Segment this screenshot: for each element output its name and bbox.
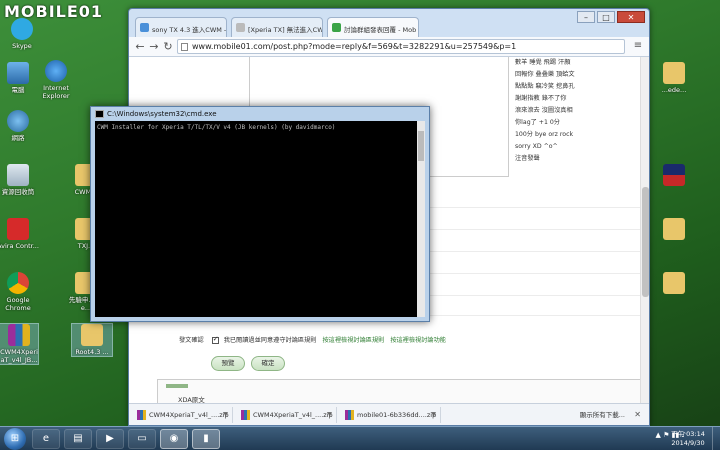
desktop-icon-right-2[interactable] (652, 164, 696, 188)
close-icon[interactable]: ✕ (634, 407, 641, 423)
tab-xperia-tx[interactable]: [Xperia TX] 無法進入CW (231, 17, 323, 37)
taskbar-explorer-icon[interactable]: ▤ (64, 429, 92, 449)
minimize-button[interactable]: – (577, 11, 595, 23)
tab-favicon-icon (140, 23, 149, 32)
page-icon (181, 43, 188, 51)
cmd-icon (95, 110, 104, 118)
internet-explorer-icon (45, 60, 67, 82)
preview-button[interactable]: 預覽 (211, 356, 245, 371)
emoticon-row[interactable]: 你lag了 +1 0分 (515, 117, 635, 129)
cmd-title: C:\Windows\system32\cmd.exe (107, 110, 217, 118)
zip-file-icon (137, 410, 146, 420)
tab-strip: sony TX 4.3 進入CWM - [Xperia TX] 無法進入CW 討… (135, 17, 579, 37)
desktop-icon-right-4[interactable] (652, 272, 696, 296)
agree-checkbox[interactable] (211, 335, 219, 344)
page-scrollbar[interactable] (640, 57, 649, 425)
folder-icon (81, 324, 103, 346)
address-bar[interactable]: www.mobile01.com/post.php?mode=reply&f=5… (177, 39, 625, 54)
taskbar-media-player-icon[interactable]: ▶ (96, 429, 124, 449)
download-item[interactable]: CWM4XperiaT_v4l_....zip ▼ (133, 407, 233, 423)
rules-link[interactable]: 按這裡檢視討論區規則 (322, 337, 384, 344)
emoticon-row[interactable]: 點點點 竊冷笑 挖鼻孔 (515, 81, 635, 93)
tab-sony-tx[interactable]: sony TX 4.3 進入CWM - (135, 17, 227, 37)
clock[interactable]: 下午 03:14 2014/9/30 (668, 430, 708, 448)
desktop-icon-google-chrome[interactable]: Google Chrome (0, 272, 40, 312)
download-item[interactable]: mobile01-6b336dd....zip ▼ (341, 407, 441, 423)
emoticon-row[interactable]: 滾來滾去 沒圖沒真相 (515, 105, 635, 117)
show-all-downloads-link[interactable]: 顯示所有下載... (580, 407, 625, 423)
desktop-icon-cwm-zip[interactable]: CWM4Xperi aT_v4l_JB... (0, 323, 39, 365)
forward-arrow-icon[interactable]: → (147, 40, 161, 54)
chevron-down-icon[interactable]: ▼ (327, 407, 332, 423)
chevron-down-icon[interactable]: ▼ (431, 407, 436, 423)
emoticon-row[interactable]: sorry XD ^o^ (515, 141, 635, 153)
avira-icon (7, 218, 29, 240)
taskbar-folder-icon[interactable]: ▭ (128, 429, 156, 449)
window-controls: – □ ✕ (577, 11, 645, 23)
taskbar-ie-icon[interactable]: e (32, 429, 60, 449)
emoticon-row[interactable]: 回報你 叠叠樂 頂蛤文 (515, 69, 635, 81)
zip-file-icon (241, 410, 250, 420)
folder-icon (663, 62, 685, 84)
maximize-button[interactable]: □ (597, 11, 615, 23)
confirm-label: 發文確認 (179, 337, 204, 344)
zip-file-icon (8, 324, 30, 346)
desktop-icon-recycle-bin[interactable]: 資源回收筒 (0, 164, 40, 196)
flag-image-icon (663, 164, 685, 186)
download-item[interactable]: CWM4XperiaT_v4l_....zip ▼ (237, 407, 337, 423)
cmd-window[interactable]: C:\Windows\system32\cmd.exe CWM Installe… (90, 106, 430, 322)
taskbar-cmd-icon[interactable]: ▮ (192, 429, 220, 449)
emoticon-row[interactable]: 數羊 睡覺 飛踢 汗顏 (515, 57, 635, 69)
desktop-icon-root-folder[interactable]: Root4.3 ... (71, 323, 113, 357)
zip-file-icon (345, 410, 354, 420)
cmd-console[interactable]: CWM Installer for Xperia T/TL/TX/V v4 (J… (95, 121, 417, 317)
post-confirm-row: 發文確認 我已閱讀過並同意遵守討論區規則 按這裡檢視討論區規則 按這裡檢視討論功… (179, 335, 446, 345)
tab-reply-post[interactable]: 討論群組發表回覆 - Mob (327, 17, 419, 37)
scrollbar-thumb[interactable] (642, 187, 649, 297)
confirm-text: 我已閱讀過並同意遵守討論區規則 (223, 337, 317, 344)
mobile01-favicon-icon (332, 23, 341, 32)
download-shelf: CWM4XperiaT_v4l_....zip ▼ CWM4XperiaT_v4… (129, 403, 649, 425)
desktop-icon-right-1[interactable]: ...ede... (652, 62, 696, 94)
scrollbar-thumb[interactable] (418, 131, 424, 161)
submit-button[interactable]: 確定 (251, 356, 285, 371)
chevron-down-icon[interactable]: ▼ (223, 407, 228, 423)
taskbar: ⊞ e ▤ ▶ ▭ ◉ ▮ ▲ ⚑ ▮▮ ♪ 下午 03:14 2014/9/3… (0, 426, 720, 450)
back-arrow-icon[interactable]: ← (133, 40, 147, 54)
desktop-icon-skype[interactable]: Skype (0, 18, 44, 50)
network-icon (7, 110, 29, 132)
preview-accent-bar (166, 384, 188, 388)
browser-toolbar: ← → ↻ www.mobile01.com/post.php?mode=rep… (129, 37, 649, 57)
tab-favicon-icon (236, 23, 245, 32)
folder-icon (663, 272, 685, 294)
folder-icon (663, 218, 685, 240)
recycle-bin-icon (7, 164, 29, 186)
clock-time: 下午 03:14 (671, 430, 705, 438)
show-desktop-button[interactable] (712, 427, 720, 450)
taskbar-chrome-icon[interactable]: ◉ (160, 429, 188, 449)
emoticon-row[interactable]: 謝謝指教 錄不了你 (515, 93, 635, 105)
computer-icon (7, 62, 29, 84)
emoticon-panel: 數羊 睡覺 飛踢 汗顏 回報你 叠叠樂 頂蛤文 點點點 竊冷笑 挖鼻孔 謝謝指教… (515, 57, 635, 165)
clock-date: 2014/9/30 (671, 439, 705, 447)
desktop-icon-internet-explorer[interactable]: Internet Explorer (34, 60, 78, 100)
reload-icon[interactable]: ↻ (161, 40, 175, 54)
emoticon-row[interactable]: 注音發聲 (515, 153, 635, 165)
skype-icon (11, 18, 33, 40)
close-button[interactable]: ✕ (617, 11, 645, 23)
start-button[interactable]: ⊞ (4, 428, 26, 450)
desktop-icon-avira[interactable]: Avira Contr... (0, 218, 40, 250)
chrome-icon (7, 272, 29, 294)
desktop-icon-right-3[interactable] (652, 218, 696, 242)
desktop-icon-network[interactable]: 網路 (0, 110, 40, 142)
features-link[interactable]: 按這裡檢視討論功能 (390, 337, 446, 344)
cmd-output-line: CWM Installer for Xperia T/TL/TX/V v4 (J… (97, 124, 336, 131)
emoticon-row[interactable]: 100分 bye orz rock (515, 129, 635, 141)
cmd-scrollbar[interactable] (417, 121, 425, 317)
chrome-menu-icon[interactable]: ≡ (632, 41, 644, 51)
